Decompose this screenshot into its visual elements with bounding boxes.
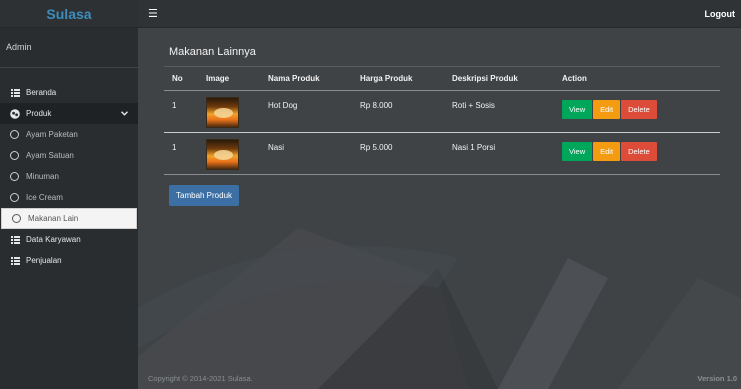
sidebar-item-data-karyawan[interactable]: Data Karyawan (0, 229, 138, 250)
product-description: Roti + Sosis (444, 90, 554, 133)
sidebar-item-ayam-satuan[interactable]: Ayam Satuan (0, 145, 138, 166)
sidebar: Admin Beranda Produk Ayam Paketan Ayam S… (0, 28, 138, 389)
product-image (206, 97, 239, 128)
circle-icon (10, 130, 19, 139)
sidebar-item-label: Penjualan (26, 256, 62, 265)
action-cell: View Edit Delete (554, 132, 720, 175)
col-header-price: Harga Produk (352, 66, 444, 91)
view-button[interactable]: View (562, 100, 593, 119)
product-description: Nasi 1 Porsi (444, 132, 554, 175)
sidebar-item-label: Ice Cream (26, 193, 63, 202)
sidebar-menu: Beranda Produk Ayam Paketan Ayam Satuan … (0, 82, 138, 271)
circle-icon (10, 172, 19, 181)
circle-icon (12, 214, 21, 223)
logout-link[interactable]: Logout (705, 9, 736, 19)
table-row: 1 Hot Dog Rp 8.000 Roti + Sosis View Edit… (164, 90, 720, 133)
sidebar-item-ayam-paketan[interactable]: Ayam Paketan (0, 124, 138, 145)
circle-icon (10, 151, 19, 160)
col-header-no: No (164, 66, 198, 91)
sidebar-item-label: Ayam Satuan (26, 151, 74, 160)
product-name: Hot Dog (260, 90, 352, 133)
sidebar-item-label: Makanan Lain (28, 214, 79, 223)
sidebar-item-makanan-lain[interactable]: Makanan Lain (1, 208, 137, 229)
table-row: 1 Nasi Rp 5.000 Nasi 1 Porsi View Edit Del… (164, 132, 720, 175)
action-cell: View Edit Delete (554, 90, 720, 133)
footer: Copyright © 2014-2021 Sulasa. Version 1.… (138, 368, 741, 389)
grid-icon (9, 235, 21, 244)
product-name: Nasi (260, 132, 352, 175)
brand-logo[interactable]: Sulasa (0, 0, 138, 28)
grid-icon (9, 256, 21, 265)
sidebar-item-label: Ayam Paketan (26, 130, 78, 139)
top-navbar: Sulasa ☰ Logout (0, 0, 741, 28)
sidebar-item-label: Minuman (26, 172, 59, 181)
delete-button[interactable]: Delete (621, 142, 657, 161)
circle-icon (10, 193, 19, 202)
copyright-text: Copyright © 2014-2021 Sulasa. (148, 374, 253, 383)
col-header-description: Deskripsi Produk (444, 66, 554, 91)
row-number: 1 (164, 90, 198, 133)
product-image-cell (198, 90, 260, 133)
table-header-row: No Image Nama Produk Harga Produk Deskri… (164, 66, 720, 91)
delete-button[interactable]: Delete (621, 100, 657, 119)
user-name: Admin (0, 28, 138, 68)
sidebar-item-beranda[interactable]: Beranda (0, 82, 138, 103)
sidebar-item-produk[interactable]: Produk (0, 103, 138, 124)
sidebar-item-label: Beranda (26, 88, 57, 97)
hamburger-icon[interactable]: ☰ (148, 7, 158, 20)
grid-icon (9, 88, 21, 97)
page-title: Makanan Lainnya (169, 46, 256, 58)
sidebar-item-label: Data Karyawan (26, 235, 81, 244)
sidebar-item-penjualan[interactable]: Penjualan (0, 250, 138, 271)
products-table: No Image Nama Produk Harga Produk Deskri… (164, 66, 720, 175)
main-content: Makanan Lainnya No Image Nama Produk Har… (138, 28, 741, 389)
product-image (206, 139, 239, 170)
col-header-name: Nama Produk (260, 66, 352, 91)
chevron-down-icon (121, 109, 128, 118)
col-header-action: Action (554, 66, 720, 91)
product-price: Rp 8.000 (352, 90, 444, 133)
row-number: 1 (164, 132, 198, 175)
sidebar-item-ice-cream[interactable]: Ice Cream (0, 187, 138, 208)
add-product-button[interactable]: Tambah Produk (169, 185, 240, 206)
version-text: Version 1.0 (697, 374, 737, 383)
view-button[interactable]: View (562, 142, 593, 161)
sidebar-item-minuman[interactable]: Minuman (0, 166, 138, 187)
product-icon (9, 108, 21, 119)
edit-button[interactable]: Edit (593, 142, 621, 161)
header-bar: ☰ Logout (138, 0, 741, 28)
col-header-image: Image (198, 66, 260, 91)
edit-button[interactable]: Edit (593, 100, 621, 119)
product-image-cell (198, 132, 260, 175)
sidebar-item-label: Produk (26, 109, 52, 118)
product-price: Rp 5.000 (352, 132, 444, 175)
